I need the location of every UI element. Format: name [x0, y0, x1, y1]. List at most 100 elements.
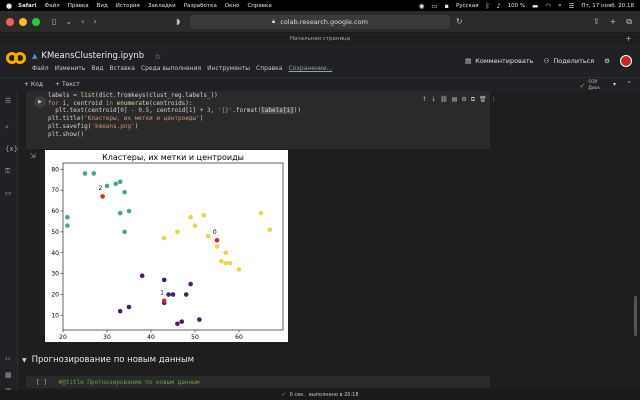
colab-menu-insert[interactable]: Вставка	[110, 65, 135, 72]
colab-menu-help[interactable]: Справка	[256, 65, 282, 72]
data-point	[214, 244, 220, 249]
data-point	[161, 277, 167, 283]
star-icon[interactable]: ☆	[154, 52, 161, 61]
x-tick-label: 30	[103, 334, 111, 341]
colab-logo[interactable]	[6, 52, 26, 64]
notebook-title: ▲ KMeansClustering.ipynb ☆	[32, 51, 161, 61]
speaker-icon[interactable]: ♪	[496, 2, 500, 10]
run-cell-button[interactable]: ▶	[34, 96, 46, 108]
chevron-down-icon[interactable]: ▾	[613, 81, 616, 88]
link-icon[interactable]: ⛓	[440, 96, 448, 104]
colab-menu-runtime[interactable]: Среда выполнения	[141, 65, 201, 72]
data-point	[91, 171, 97, 176]
close-window-button[interactable]	[6, 17, 14, 26]
data-point	[183, 292, 189, 297]
code-text: plt.text(centroid[	[48, 107, 121, 115]
menu-item-view[interactable]: Вид	[97, 3, 108, 9]
menu-item-window[interactable]: Окно	[225, 3, 240, 9]
person-add-icon: ⚇	[543, 57, 550, 65]
comment-button[interactable]: ▤ Комментировать	[465, 57, 533, 65]
code-text: ] +	[192, 107, 207, 115]
menu-item-safari[interactable]: Safari	[18, 3, 36, 9]
menu-item-help[interactable]: Справка	[247, 3, 271, 9]
add-code-button[interactable]: + Код	[24, 81, 43, 88]
variables-icon[interactable]: {x}	[5, 145, 18, 153]
command-palette-icon[interactable]: ▦	[5, 371, 12, 379]
input-language[interactable]: Русская	[456, 3, 479, 9]
reload-icon[interactable]: ↻	[456, 17, 463, 26]
tab-start-page[interactable]: Начальная страница	[290, 36, 350, 42]
delete-icon[interactable]: 🗑︎	[479, 96, 487, 104]
resources-indicator[interactable]: ✓ ОЗУ Диск	[579, 80, 600, 91]
share-icon[interactable]: ⇪	[593, 17, 600, 27]
code-text: )	[134, 122, 139, 130]
key-icon[interactable]: ⚿	[5, 167, 10, 176]
forward-icon[interactable]: ›	[93, 17, 96, 26]
apple-icon[interactable]: ●	[6, 2, 12, 10]
folder-icon[interactable]: ▭	[5, 189, 12, 197]
mirror-icon[interactable]: ⧉	[471, 96, 475, 104]
address-bar[interactable]: 🔒︎ colab.research.google.com	[190, 15, 450, 29]
cell-run-indicator[interactable]: [ ]	[36, 379, 47, 386]
save-status[interactable]: Сохранение...	[288, 65, 332, 72]
table-of-contents-icon[interactable]: ☰	[5, 97, 11, 105]
notebook-name[interactable]: KMeansClustering.ipynb	[41, 51, 144, 61]
back-icon[interactable]: ‹	[81, 17, 84, 26]
wifi-icon[interactable]: ◠	[545, 2, 551, 10]
move-up-icon[interactable]: ↑	[422, 96, 427, 104]
code-cell-collapsed[interactable]: [ ] #@title Прогнозирование по новым дан…	[26, 376, 490, 388]
data-point	[258, 210, 264, 216]
colab-menu-file[interactable]: Файл	[32, 65, 49, 72]
menu-item-bookmarks[interactable]: Закладки	[148, 3, 176, 9]
left-sidebar: ☰ ⌕ {x} ⚿ ▭ ‹› ▦ ▣	[0, 91, 18, 400]
bluetooth-icon[interactable]: ᛒ	[486, 2, 490, 10]
move-down-icon[interactable]: ↓	[431, 96, 436, 104]
zoom-window-button[interactable]	[32, 17, 40, 26]
tab-overview-icon[interactable]: ⧉	[626, 17, 632, 27]
safari-toolbar: ▯ ⌄ ‹ › ◗ 🔒︎ colab.research.google.com ↻…	[0, 11, 640, 33]
code-text: (centroids):	[149, 99, 193, 107]
share-button[interactable]: ⚇ Поделиться	[544, 57, 595, 65]
add-tab-icon[interactable]: +	[625, 34, 632, 43]
comment-icon[interactable]: ▤	[452, 96, 458, 104]
menu-item-file[interactable]: Файл	[44, 3, 59, 9]
menu-item-develop[interactable]: Разработка	[184, 3, 217, 9]
output-icon[interactable]: ⇲	[30, 152, 36, 160]
colab-menu-tools[interactable]: Инструменты	[207, 65, 250, 72]
more-icon[interactable]: ⋮	[491, 96, 497, 104]
menu-item-history[interactable]: История	[116, 3, 140, 9]
gear-icon[interactable]: ⚙	[604, 57, 610, 65]
record-icon[interactable]: ◉	[419, 2, 425, 10]
data-point	[179, 319, 185, 324]
menu-item-edit[interactable]: Правка	[68, 3, 89, 9]
ram-label: ОЗУ	[588, 80, 598, 85]
centroid-point	[100, 194, 105, 199]
colab-menu-edit[interactable]: Изменить	[55, 65, 86, 72]
scrollbar[interactable]	[634, 296, 637, 336]
search-icon[interactable]: ⌕	[5, 123, 9, 132]
battery-icon[interactable]: ▬	[532, 2, 538, 10]
sidebar-icon[interactable]: ▯	[52, 17, 56, 26]
code-editor[interactable]: labels = list(dict.fromkeys(clust_reg.la…	[48, 92, 301, 138]
chevron-down-icon[interactable]: ⌄	[65, 17, 72, 26]
battery-percent[interactable]: 100 %	[508, 3, 525, 9]
new-tab-icon[interactable]: +	[610, 17, 617, 27]
colab-menu-view[interactable]: Вид	[91, 65, 103, 72]
gear-icon[interactable]: ⚙	[461, 96, 466, 104]
collapse-icon[interactable]: ⌃	[626, 80, 632, 88]
code-snippets-icon[interactable]: ‹›	[5, 355, 11, 363]
control-center-icon[interactable]: ☰	[569, 2, 575, 10]
add-text-button[interactable]: + Текст	[55, 81, 80, 88]
screen-icon[interactable]: ▭	[431, 2, 437, 10]
collapse-triangle-icon[interactable]: ▼	[22, 357, 27, 364]
flag-icon[interactable]: ▪	[445, 2, 449, 10]
search-icon[interactable]: ⌕	[558, 1, 562, 10]
avatar[interactable]	[620, 55, 632, 67]
code-highlight: labels[i]	[261, 107, 294, 115]
minimize-window-button[interactable]	[19, 17, 27, 26]
clock[interactable]: Пт, 17 нояб. 20:18	[581, 3, 634, 9]
data-point	[161, 235, 167, 241]
section-heading[interactable]: ▼ Прогнозирование по новым данным	[18, 355, 194, 365]
shield-icon[interactable]: ◗	[176, 17, 180, 26]
code-cell[interactable]: ▶ labels = list(dict.fromkeys(clust_reg.…	[26, 91, 497, 149]
